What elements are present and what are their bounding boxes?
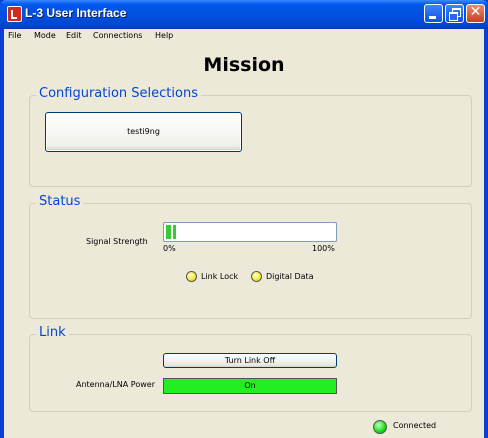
config-group-title: Configuration Selections: [36, 86, 201, 101]
close-button[interactable]: ✕: [466, 4, 485, 23]
link-lock-label: Link Lock: [201, 272, 239, 281]
turn-link-off-button[interactable]: Turn Link Off: [163, 353, 337, 368]
menu-help[interactable]: Help: [155, 31, 173, 40]
signal-max-label: 100%: [312, 244, 335, 253]
antenna-power-indicator: On: [163, 378, 337, 394]
antenna-power-label: Antenna/LNA Power: [76, 380, 155, 389]
digital-data-indicator: [251, 271, 262, 282]
signal-min-label: 0%: [163, 244, 176, 253]
title-bar[interactable]: L-3 User Interface ✕: [0, 0, 488, 29]
application-window: L-3 User Interface ✕ File Mode Edit Conn…: [0, 0, 488, 438]
signal-strength-bar: [163, 222, 337, 242]
link-group: Link: [29, 325, 472, 412]
window-title: L-3 User Interface: [25, 6, 127, 20]
menu-bar: File Mode Edit Connections Help: [4, 29, 484, 44]
main-panel: Mission Configuration Selections testi9n…: [4, 44, 484, 438]
menu-mode[interactable]: Mode: [34, 31, 56, 40]
link-group-title: Link: [36, 325, 69, 340]
digital-data-label: Digital Data: [266, 272, 314, 281]
status-group: Status: [29, 194, 472, 319]
close-icon: ✕: [469, 4, 482, 20]
menu-edit[interactable]: Edit: [66, 31, 82, 40]
page-title: Mission: [203, 54, 285, 76]
link-lock-indicator: [186, 271, 197, 282]
connection-status-icon: [373, 420, 387, 434]
minimize-button[interactable]: [424, 4, 443, 23]
signal-strength-label: Signal Strength: [86, 237, 148, 246]
app-logo-icon: [7, 6, 22, 22]
menu-connections[interactable]: Connections: [93, 31, 142, 40]
menu-file[interactable]: File: [8, 31, 21, 40]
signal-strength-fill: [166, 225, 176, 239]
connection-status-label: Connected: [393, 421, 437, 430]
configuration-button[interactable]: testi9ng: [45, 112, 242, 152]
restore-button[interactable]: [445, 4, 464, 23]
status-group-title: Status: [36, 194, 84, 209]
